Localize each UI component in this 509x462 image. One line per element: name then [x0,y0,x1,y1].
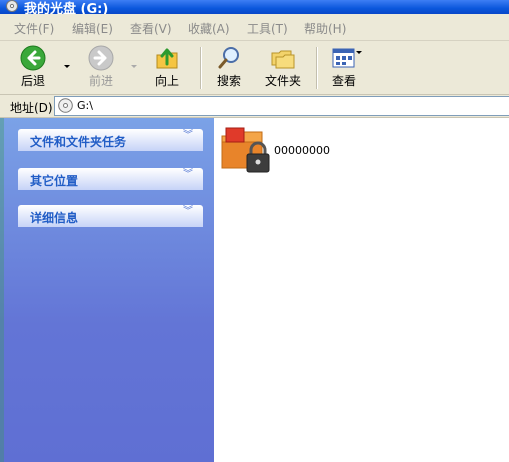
views-label: 查看 [331,74,356,88]
chevron-down-icon[interactable]: ︾ [183,170,193,180]
back-button[interactable]: 后退 [10,45,56,91]
toolbar-separator [316,47,318,89]
views-icon [332,48,355,68]
menu-help[interactable]: 帮助(H) [304,20,346,37]
file-list: 00000000 [214,118,509,462]
toolbar-separator [200,47,202,89]
back-label: 后退 [20,74,45,88]
task-group-file-folder-tasks[interactable]: 文件和文件夹任务 ︾ [18,129,203,151]
cd-drive-icon [6,0,18,12]
views-dropdown-icon[interactable] [356,51,362,54]
list-item[interactable]: 00000000 [218,122,418,176]
forward-arrow-icon [88,45,114,71]
up-label: 向上 [154,74,179,88]
address-value: G:\ [77,99,93,112]
up-button[interactable]: 向上 [144,45,190,91]
back-dropdown-icon[interactable] [64,65,70,68]
menu-favorites[interactable]: 收藏(A) [188,20,230,37]
forward-label: 前进 [88,74,113,88]
task-group-title: 文件和文件夹任务 [30,135,127,149]
file-name: 00000000 [274,144,330,157]
menu-file[interactable]: 文件(F) [14,20,54,37]
address-label: 地址(D) [10,101,53,115]
task-group-details[interactable]: 详细信息 ︾ [18,205,203,227]
address-bar: 地址(D) G:\ [0,95,509,118]
folder-up-icon [156,48,178,69]
menu-edit[interactable]: 编辑(E) [72,20,113,37]
forward-button[interactable]: 前进 [78,45,124,91]
menu-tools[interactable]: 工具(T) [247,20,288,37]
folders-label: 文件夹 [264,74,301,88]
chevron-down-icon[interactable]: ︾ [183,131,193,141]
search-icon [218,47,239,69]
task-group-other-places[interactable]: 其它位置 ︾ [18,168,203,190]
search-label: 搜索 [216,74,241,88]
forward-dropdown-icon[interactable] [131,65,137,68]
folders-button[interactable]: 文件夹 [260,45,306,91]
task-group-title: 详细信息 [30,211,79,225]
task-group-title: 其它位置 [30,174,79,188]
search-button[interactable]: 搜索 [208,45,250,91]
folders-icon [271,50,295,69]
toolbar: 后退 前进 向上 搜索 文件夹 查看 [0,41,509,95]
menu-bar: 文件(F) 编辑(E) 查看(V) 收藏(A) 工具(T) 帮助(H) [0,14,509,41]
back-arrow-icon [20,45,46,71]
menu-view[interactable]: 查看(V) [130,20,172,37]
locked-folder-icon [221,127,270,173]
chevron-down-icon[interactable]: ︾ [183,207,193,217]
cd-drive-icon [58,98,73,116]
task-pane-edge [0,118,4,462]
title-bar: 我的光盘 (G:) [0,0,509,17]
address-field[interactable]: G:\ [54,96,509,116]
